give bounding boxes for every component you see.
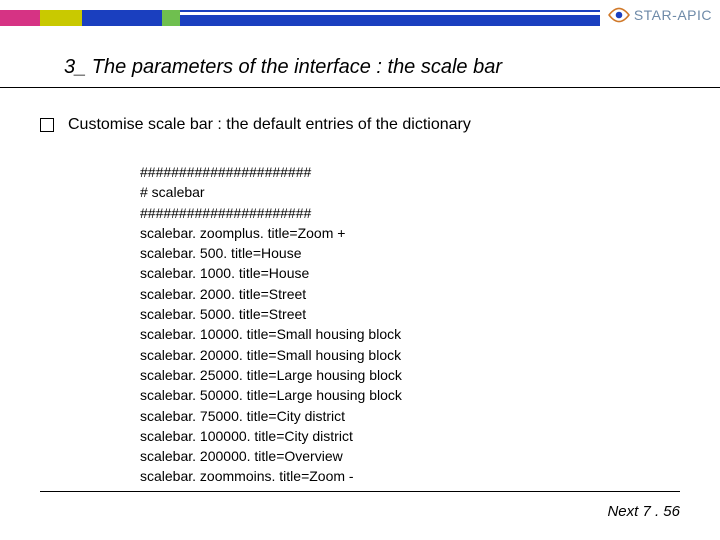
header-rule [180, 10, 600, 26]
footer-page-ref: Next 7 . 56 [607, 503, 680, 520]
bullet-text: Customise scale bar : the default entrie… [68, 116, 471, 134]
header-bar: STAR-APIC [0, 0, 720, 30]
footer-rule [40, 491, 680, 492]
body: Customise scale bar : the default entrie… [0, 88, 720, 487]
brand-stripe-magenta [0, 10, 40, 26]
brand-word-2: APIC [677, 7, 712, 23]
brand-stripe-yellow [40, 10, 82, 26]
code-block: ###################### # scalebar ######… [140, 162, 720, 487]
title-block: 3_ The parameters of the interface : the… [0, 30, 720, 79]
brand-word-1: STAR [634, 7, 672, 23]
brand-logo: STAR-APIC [608, 2, 712, 28]
brand-stripe-blue [82, 10, 162, 26]
brand-stripe-green [162, 10, 180, 26]
square-bullet-icon [40, 118, 54, 132]
slide: STAR-APIC 3_ The parameters of the inter… [0, 0, 720, 540]
eye-icon [608, 4, 630, 26]
bullet-item: Customise scale bar : the default entrie… [40, 116, 720, 134]
brand-name: STAR-APIC [634, 7, 712, 23]
page-title: 3_ The parameters of the interface : the… [64, 56, 720, 79]
